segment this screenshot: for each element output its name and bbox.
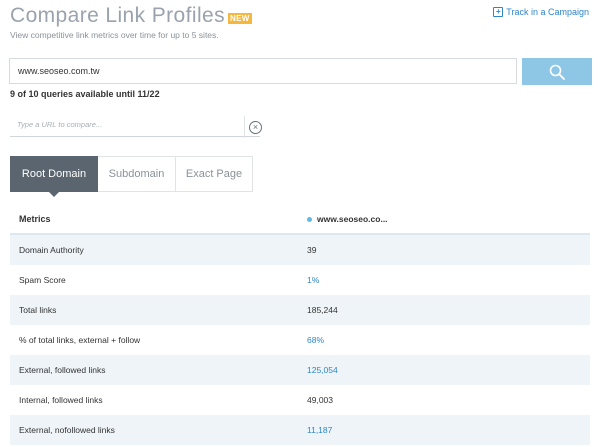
metric-value: 185,244 [307, 305, 338, 315]
metric-label: % of total links, external + follow [19, 335, 141, 345]
new-badge: NEW [228, 13, 252, 24]
table-row: External, followed links 125,054 [10, 355, 590, 385]
metric-label: External, followed links [19, 365, 106, 375]
close-circle-icon: × [249, 120, 262, 134]
table-row: Domain Authority 39 [10, 235, 590, 265]
query-quota: 9 of 10 queries available until 11/22 [10, 89, 160, 99]
series-dot [307, 216, 312, 222]
metric-label: Internal, followed links [19, 395, 103, 405]
track-in-campaign-label: Track in a Campaign [506, 7, 589, 17]
tab-root-domain[interactable]: Root Domain [10, 156, 98, 197]
metrics-table: Metrics www.seoseo.co... Domain Authorit… [10, 205, 590, 445]
metric-label: Spam Score [19, 275, 66, 285]
url-input[interactable]: www.seoseo.com.tw [9, 58, 517, 84]
plus-square-icon: + [493, 7, 504, 17]
table-row: Total links 185,244 [10, 295, 590, 325]
table-row: Internal, followed links 49,003 [10, 385, 590, 415]
metrics-column-header: Metrics [19, 214, 51, 224]
site-column-header: www.seoseo.co... [307, 214, 590, 224]
metric-scope-tabs: Root Domain Subdomain Exact Page [10, 156, 253, 197]
metric-label: External, nofollowed links [19, 425, 115, 435]
metric-value-link[interactable]: 11,187 [307, 425, 590, 435]
metric-value-link[interactable]: 68% [307, 335, 590, 345]
table-row: External, nofollowed links 11,187 [10, 415, 590, 445]
page-subtitle: View competitive link metrics over time … [10, 30, 219, 40]
track-in-campaign-link[interactable]: + Track in a Campaign [493, 7, 589, 17]
clear-compare-button[interactable]: × [244, 116, 266, 138]
metric-value-link[interactable]: 125,054 [307, 365, 590, 375]
compare-url-input[interactable]: Type a URL to compare... [17, 120, 102, 129]
page-title: Compare Link Profiles [10, 4, 225, 27]
search-button[interactable] [522, 58, 592, 85]
compare-url-field[interactable]: Type a URL to compare... × [10, 113, 262, 138]
table-row: % of total links, external + follow 68% [10, 325, 590, 355]
metric-label: Total links [19, 305, 57, 315]
page-header: Compare Link Profiles NEW [10, 2, 252, 30]
metric-label: Domain Authority [19, 245, 84, 255]
metric-value-link[interactable]: 1% [307, 275, 590, 285]
metric-value: 49,003 [307, 395, 333, 405]
table-header: Metrics www.seoseo.co... [10, 205, 590, 235]
site-column-label: www.seoseo.co... [317, 214, 388, 224]
tab-subdomain[interactable]: Subdomain [98, 156, 176, 192]
search-icon [549, 64, 565, 80]
table-row: Spam Score 1% [10, 265, 590, 295]
tab-exact-page[interactable]: Exact Page [176, 156, 253, 192]
metric-value: 39 [307, 245, 317, 255]
